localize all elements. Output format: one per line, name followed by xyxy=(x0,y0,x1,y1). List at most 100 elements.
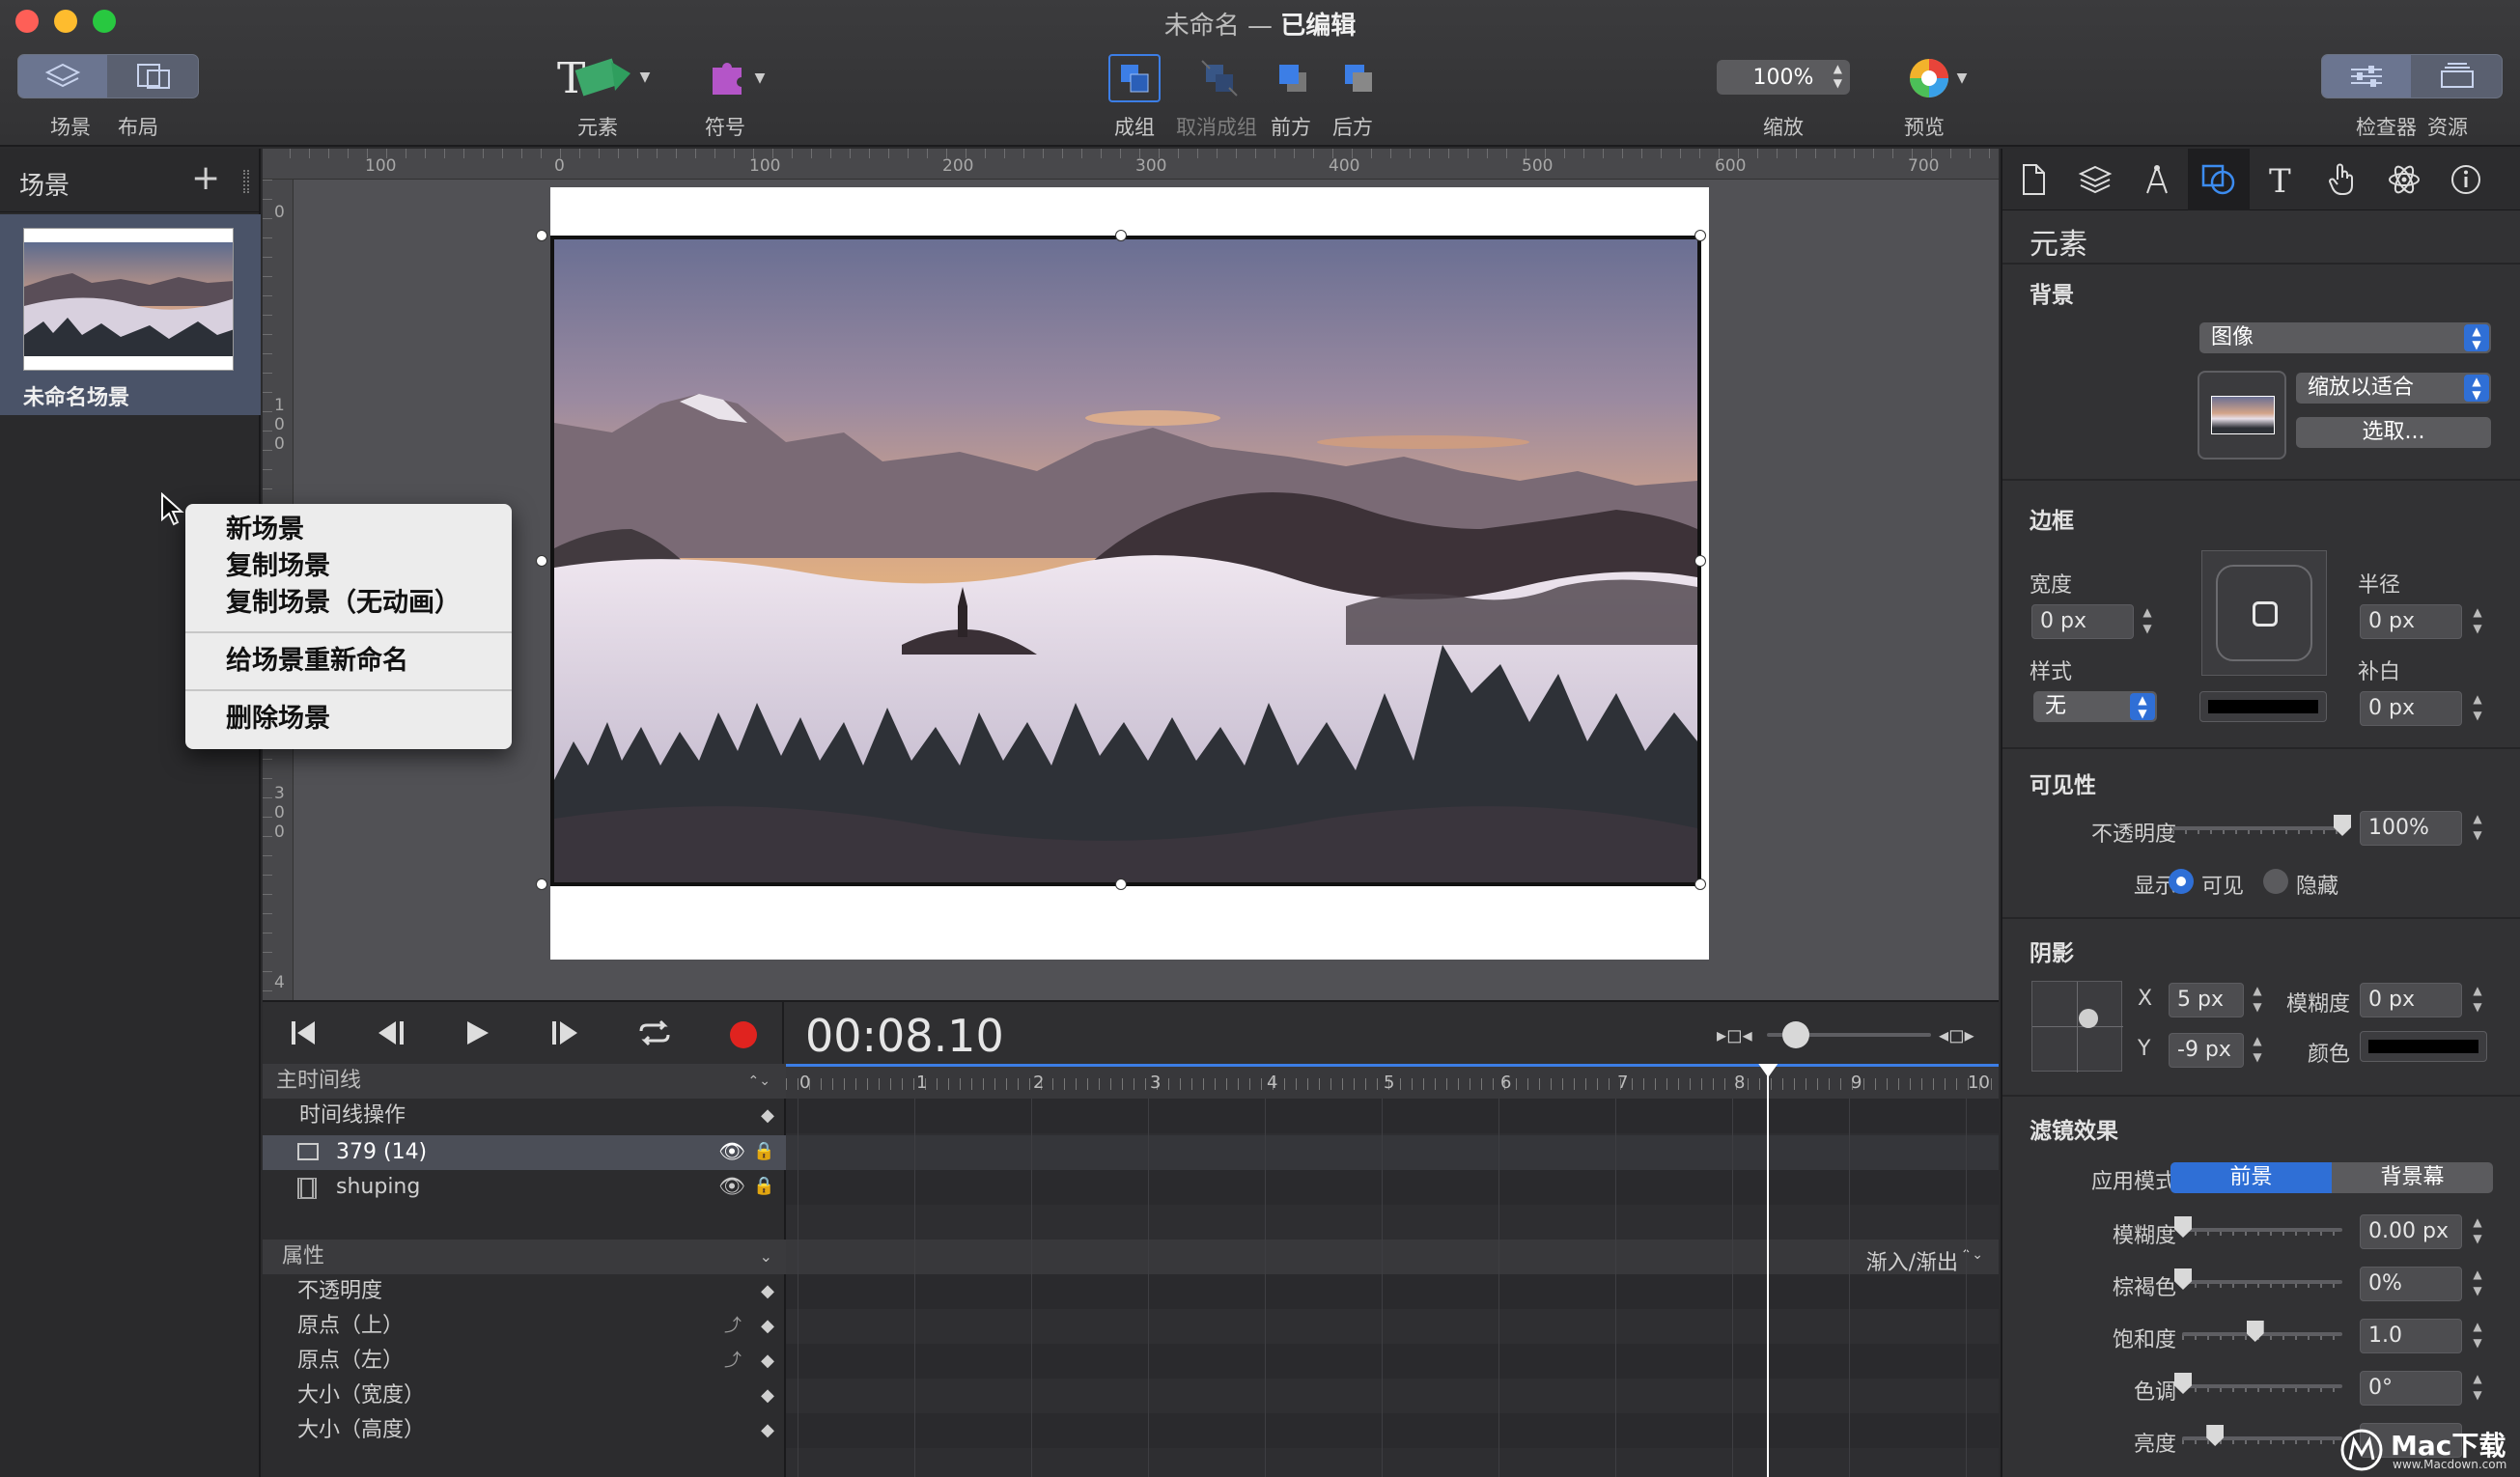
image-well[interactable] xyxy=(2198,371,2286,460)
add-keyframe-icon[interactable]: ◆ xyxy=(761,1413,774,1448)
opacity-stepper[interactable]: ▲ ▼ xyxy=(2470,811,2485,846)
eye-icon[interactable]: 👁 xyxy=(718,1170,745,1205)
shadow-y-stepper[interactable]: ▲ ▼ xyxy=(2250,1033,2265,1068)
layer-row[interactable]: shuping 👁 🔒 xyxy=(263,1170,786,1205)
loop-button[interactable] xyxy=(635,1017,674,1052)
tab-physics[interactable] xyxy=(2373,149,2435,210)
add-scene-button[interactable]: + xyxy=(191,158,220,198)
track-row[interactable] xyxy=(786,1274,1999,1309)
eye-icon[interactable]: 👁 xyxy=(718,1135,745,1170)
play-button[interactable] xyxy=(462,1017,492,1052)
main-timeline-selector[interactable]: 主时间线 ⌃⌄ xyxy=(263,1064,786,1099)
track-row[interactable] xyxy=(786,1135,1999,1170)
property-row[interactable]: 大小（宽度） ◆ xyxy=(263,1379,786,1413)
inspector-library-toggle[interactable] xyxy=(2321,54,2503,98)
border-sides-control[interactable] xyxy=(2201,550,2327,676)
resize-handle-bottom-right[interactable] xyxy=(1694,878,1706,890)
property-row[interactable]: 大小（高度） ◆ xyxy=(263,1413,786,1448)
filter-stepper[interactable]: ▲ ▼ xyxy=(2470,1267,2485,1301)
track-row[interactable] xyxy=(786,1099,1999,1133)
zoom-in-timeline-icon[interactable]: ◂◻▸ xyxy=(1939,1023,1974,1046)
menu-item-delete-scene[interactable]: 删除场景 xyxy=(185,701,512,738)
shadow-offset-pad[interactable] xyxy=(2031,981,2123,1073)
add-keyframe-icon[interactable]: ◆ xyxy=(761,1274,774,1309)
library-button[interactable] xyxy=(2413,55,2502,98)
tab-typography[interactable]: T xyxy=(2250,149,2311,210)
menu-item-rename-scene[interactable]: 给场景重新命名 xyxy=(185,643,512,680)
shadow-x-field[interactable]: 5 px xyxy=(2169,983,2244,1017)
previous-frame-button[interactable] xyxy=(373,1017,411,1052)
add-keyframe-icon[interactable]: ◆ xyxy=(761,1099,774,1133)
motion-path-icon[interactable]: ⤴ xyxy=(724,1344,742,1379)
layout-button[interactable] xyxy=(109,55,198,98)
resize-handle-top-right[interactable] xyxy=(1694,230,1706,241)
padding-stepper[interactable]: ▲ ▼ xyxy=(2470,691,2485,726)
track-row[interactable] xyxy=(786,1413,1999,1448)
track-row[interactable] xyxy=(786,1344,1999,1379)
timeline-tracks[interactable]: 0 1 2 3 4 5 6 7 8 9 10 渐入/渐出 ⌃⌄ xyxy=(786,1064,1999,1477)
menu-item-duplicate-scene-no-animation[interactable]: 复制场景（无动画） xyxy=(185,585,512,622)
track-row[interactable] xyxy=(786,1309,1999,1344)
track-row[interactable] xyxy=(786,1379,1999,1413)
selected-image-element[interactable] xyxy=(550,236,1701,886)
filter-value-field[interactable]: 0.00 px xyxy=(2360,1214,2462,1249)
scene-layout-toggle[interactable] xyxy=(17,54,199,98)
resize-handle-right[interactable] xyxy=(1694,555,1706,567)
timeline-zoom-knob[interactable] xyxy=(1782,1021,1809,1048)
zoom-stepper[interactable]: 100% ▲ ▼ xyxy=(1717,60,1850,95)
resize-handle-top-left[interactable] xyxy=(536,230,547,241)
mode-background-button[interactable]: 背景幕 xyxy=(2332,1162,2493,1193)
playhead[interactable] xyxy=(1758,1064,1778,1477)
layer-row[interactable]: 379 (14) 👁 🔒 xyxy=(263,1135,786,1170)
group-button[interactable] xyxy=(1108,54,1161,102)
shadow-offset-knob[interactable] xyxy=(2079,1009,2098,1028)
padding-field[interactable]: 0 px xyxy=(2360,691,2462,726)
property-row[interactable]: 原点（左） ⤴ ◆ xyxy=(263,1344,786,1379)
apply-mode-segmented[interactable]: 前景 背景幕 xyxy=(2170,1162,2493,1193)
choose-image-button[interactable]: 选取... xyxy=(2296,417,2491,448)
corner-radius-stepper[interactable]: ▲ ▼ xyxy=(2470,604,2485,639)
next-frame-button[interactable] xyxy=(546,1017,585,1052)
drag-handle-icon[interactable] xyxy=(243,170,249,193)
filter-value-field[interactable]: 1.0 xyxy=(2360,1319,2462,1353)
easing-label[interactable]: 渐入/渐出 xyxy=(1866,1245,1958,1276)
filter-value-field[interactable]: 0% xyxy=(2360,1267,2462,1301)
motion-path-icon[interactable]: ⤴ xyxy=(724,1309,742,1344)
bring-forward-button[interactable] xyxy=(1267,54,1319,102)
mode-foreground-button[interactable]: 前景 xyxy=(2170,1162,2332,1193)
hidden-radio[interactable] xyxy=(2263,869,2288,894)
menu-item-new-scene[interactable]: 新场景 xyxy=(185,512,512,548)
ungroup-button[interactable] xyxy=(1193,54,1246,102)
tab-identity[interactable] xyxy=(2435,149,2497,210)
zoom-out-timeline-icon[interactable]: ▸◻◂ xyxy=(1717,1023,1752,1046)
symbols-button[interactable]: ▼ xyxy=(695,52,776,104)
tab-document[interactable] xyxy=(2002,149,2064,210)
border-color-well[interactable] xyxy=(2199,691,2327,722)
add-keyframe-icon[interactable]: ◆ xyxy=(761,1344,774,1379)
resize-handle-left[interactable] xyxy=(536,555,547,567)
border-center-toggle[interactable] xyxy=(2253,601,2278,627)
send-backward-button[interactable] xyxy=(1332,54,1385,102)
fill-style-select[interactable]: 图像 ▲ ▼ xyxy=(2199,322,2491,353)
property-row[interactable]: 不透明度 ◆ xyxy=(263,1274,786,1309)
filter-slider[interactable] xyxy=(2182,1436,2342,1440)
shadow-blur-stepper[interactable]: ▲ ▼ xyxy=(2470,983,2485,1017)
border-style-select[interactable]: 无 ▲ ▼ xyxy=(2033,691,2157,722)
menu-item-duplicate-scene[interactable]: 复制场景 xyxy=(185,548,512,585)
scene-item[interactable]: 未命名场景 xyxy=(0,214,261,415)
elements-button[interactable]: T ▼ xyxy=(548,50,655,104)
tab-actions[interactable] xyxy=(2311,149,2373,210)
filter-stepper[interactable]: ▲ ▼ xyxy=(2470,1319,2485,1353)
preview-button[interactable]: ▼ xyxy=(1898,52,1975,104)
filter-value-field[interactable]: 0° xyxy=(2360,1371,2462,1406)
property-row[interactable]: 原点（上） ⤴ ◆ xyxy=(263,1309,786,1344)
border-width-stepper[interactable]: ▲ ▼ xyxy=(2140,604,2155,639)
filter-stepper[interactable]: ▲ ▼ xyxy=(2470,1214,2485,1249)
shadow-x-stepper[interactable]: ▲ ▼ xyxy=(2250,983,2265,1017)
time-ruler[interactable]: 0 1 2 3 4 5 6 7 8 9 10 xyxy=(786,1064,1999,1099)
corner-radius-field[interactable]: 0 px xyxy=(2360,604,2462,639)
record-button[interactable] xyxy=(730,1021,757,1048)
shadow-color-well[interactable] xyxy=(2360,1031,2487,1062)
tab-scene[interactable] xyxy=(2064,149,2126,210)
scale-mode-select[interactable]: 缩放以适合 ▲ ▼ xyxy=(2296,373,2491,404)
